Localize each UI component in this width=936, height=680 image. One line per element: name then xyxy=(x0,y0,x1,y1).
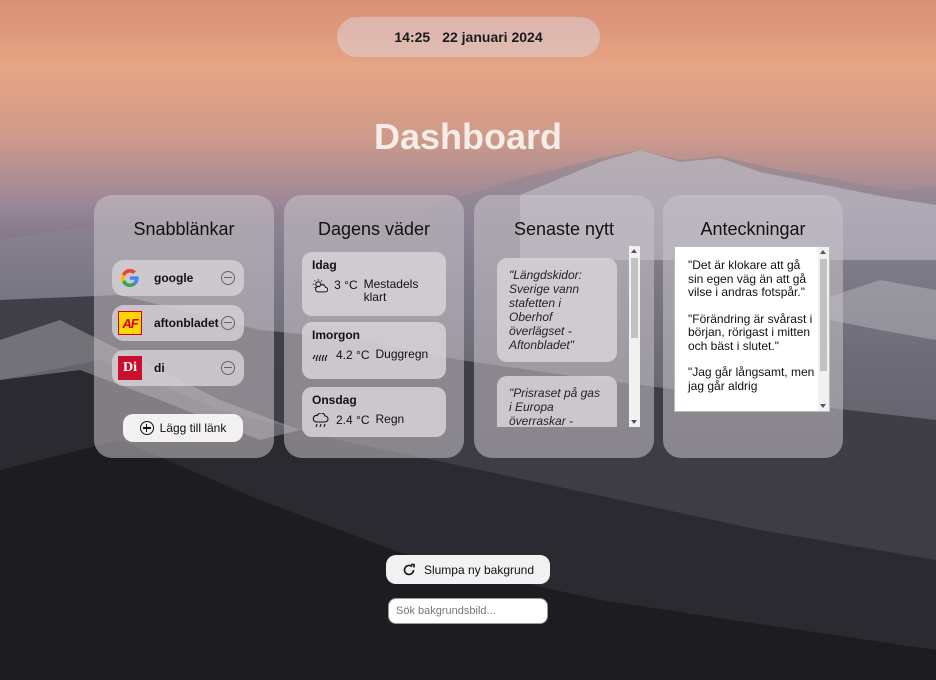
link-item-di[interactable]: Di di xyxy=(112,350,244,386)
news-title: Senaste nytt xyxy=(513,219,615,239)
weather-day-tomorrow: Imorgon 4.2 °C Duggregn xyxy=(302,322,446,379)
notes-textarea[interactable]: "Det är klokare att gå sin egen väg än a… xyxy=(674,246,830,412)
refresh-icon xyxy=(403,563,415,575)
weather-temp: 2.4 °C xyxy=(336,413,370,427)
weather-desc: Regn xyxy=(375,412,405,426)
background-search-input[interactable] xyxy=(388,598,548,624)
partly-cloudy-icon xyxy=(312,279,329,293)
weather-title: Dagens väder xyxy=(317,219,431,239)
aftonbladet-logo-text: AF xyxy=(122,315,138,331)
news-item-text: "Längdskidor: Sverige vann stafetten i O… xyxy=(509,268,582,352)
weather-card: Dagens väder Idag 3 °C Mestadels klart I… xyxy=(284,195,464,458)
google-logo-icon xyxy=(118,266,142,290)
page-title: Dashboard xyxy=(373,116,563,157)
di-logo-text: Di xyxy=(123,360,137,375)
news-item[interactable]: "Prisraset på gas i Europa överraskar - xyxy=(497,376,617,427)
weather-desc: Mestadels klart xyxy=(363,277,419,304)
weather-day-today: Idag 3 °C Mestadels klart xyxy=(302,252,446,316)
quick-links-title: Snabblänkar xyxy=(133,219,235,239)
weather-desc: Duggregn xyxy=(375,347,429,361)
scrollbar-thumb[interactable] xyxy=(631,258,638,338)
scroll-down-arrow-icon[interactable] xyxy=(820,404,826,408)
notes-card: Anteckningar "Det är klokare att gå sin … xyxy=(663,195,843,458)
link-item-google[interactable]: google xyxy=(112,260,244,296)
aftonbladet-logo-icon: AF xyxy=(118,311,142,335)
news-scrollbar[interactable] xyxy=(629,246,640,427)
scroll-up-arrow-icon[interactable] xyxy=(820,250,826,254)
weather-day-label: Imorgon xyxy=(312,328,360,342)
add-link-label: Lägg till länk xyxy=(159,421,227,435)
notes-title: Anteckningar xyxy=(700,219,806,239)
remove-link-icon[interactable] xyxy=(221,316,235,330)
scrollbar-thumb[interactable] xyxy=(820,259,827,371)
scroll-up-arrow-icon[interactable] xyxy=(631,249,637,253)
clock-date: 22 januari 2024 xyxy=(442,29,543,45)
weather-day-label: Onsdag xyxy=(312,393,357,407)
remove-link-icon[interactable] xyxy=(221,361,235,375)
plus-circle-icon xyxy=(139,421,154,435)
random-background-label: Slumpa ny bakgrund xyxy=(423,562,535,577)
clock-bar: 14:25 22 januari 2024 xyxy=(337,17,600,57)
note-paragraph: "Jag går långsamt, men jag går aldrig xyxy=(688,365,815,393)
drizzle-icon xyxy=(312,354,328,362)
link-name: di xyxy=(154,361,165,375)
news-item-text: "Prisraset på gas i Europa överraskar - xyxy=(509,386,600,427)
weather-day-label: Idag xyxy=(312,258,337,272)
news-list[interactable]: "Längdskidor: Sverige vann stafetten i O… xyxy=(474,246,642,427)
note-paragraph: "Det är klokare att gå sin egen väg än a… xyxy=(688,258,807,299)
remove-link-icon[interactable] xyxy=(221,271,235,285)
notes-scrollbar[interactable] xyxy=(818,247,829,411)
rain-icon xyxy=(312,413,329,428)
notes-content[interactable]: "Det är klokare att gå sin egen väg än a… xyxy=(688,258,816,406)
link-item-aftonbladet[interactable]: AF aftonbladet xyxy=(112,305,244,341)
news-item[interactable]: "Längdskidor: Sverige vann stafetten i O… xyxy=(497,258,617,362)
link-name: aftonbladet xyxy=(154,316,219,330)
add-link-button[interactable]: Lägg till länk xyxy=(123,414,243,442)
clock-time: 14:25 xyxy=(394,29,431,45)
random-background-button[interactable]: Slumpa ny bakgrund xyxy=(386,555,550,584)
weather-day-wednesday: Onsdag 2.4 °C Regn xyxy=(302,387,446,437)
note-paragraph: "Förändring är svårast i början, rörigas… xyxy=(688,311,813,353)
weather-temp: 4.2 °C xyxy=(336,348,370,362)
weather-temp: 3 °C xyxy=(334,278,358,292)
link-name: google xyxy=(154,271,194,285)
quick-links-card: Snabblänkar google AF aftonbladet Di di … xyxy=(94,195,274,458)
di-logo-icon: Di xyxy=(118,356,142,380)
news-card: Senaste nytt "Längdskidor: Sverige vann … xyxy=(474,195,654,458)
scroll-down-arrow-icon[interactable] xyxy=(631,420,637,424)
